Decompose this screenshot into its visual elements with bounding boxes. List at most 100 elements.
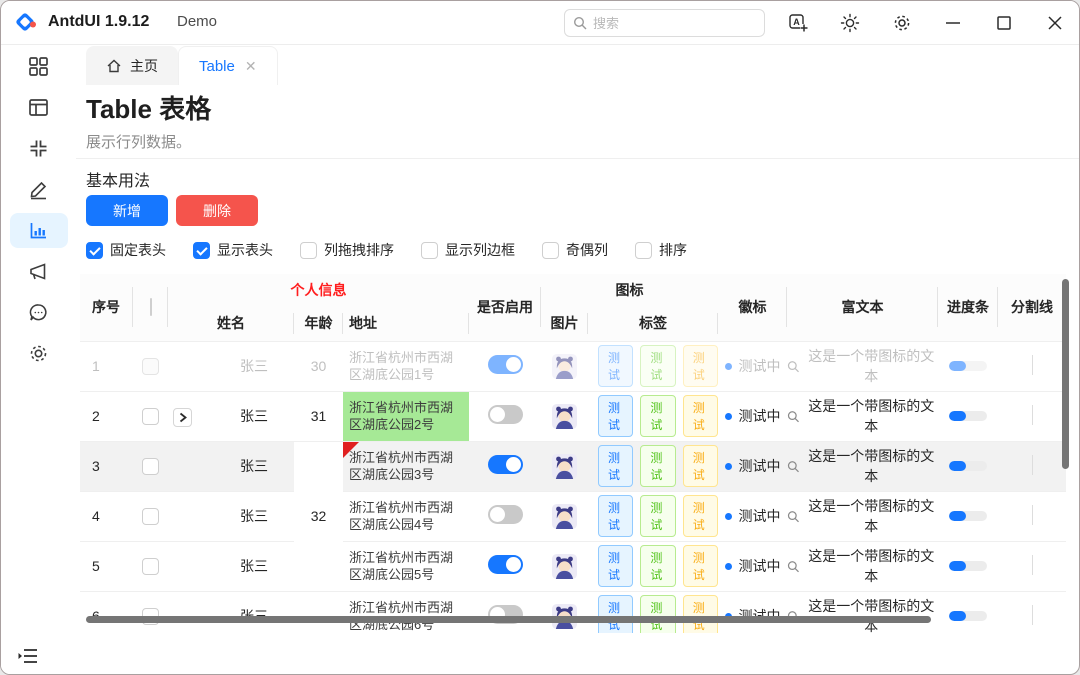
row-checkbox[interactable] xyxy=(142,458,159,475)
tab-home[interactable]: 主页 xyxy=(86,46,178,85)
col-address[interactable]: 地址 xyxy=(343,306,469,341)
col-tags[interactable]: 标签 xyxy=(588,306,718,341)
sidebar-item-settings[interactable] xyxy=(10,336,68,371)
badge-dot xyxy=(725,363,732,370)
richtext: 这是一个带图标的文本 xyxy=(787,596,938,633)
chat-icon xyxy=(28,302,49,323)
progress-fill xyxy=(949,361,966,371)
table-row[interactable]: 4张三浙江省杭州市西湖区湖底公园4号测试测试测试测试中这是一个带图标的文本 xyxy=(80,491,1066,541)
table-row[interactable]: 3张三32浙江省杭州市西湖区湖底公园3号测试测试测试测试中这是一个带图标的文本 xyxy=(80,441,1066,491)
tab-close-icon[interactable]: ✕ xyxy=(245,58,257,75)
col-divider[interactable]: 分割线 xyxy=(998,274,1066,341)
option-label: 排序 xyxy=(659,240,687,260)
sidebar-item-chat[interactable] xyxy=(10,295,68,330)
tag-blue: 测试 xyxy=(598,395,633,437)
col-group-person[interactable]: 个人信息 xyxy=(168,274,469,306)
richtext: 这是一个带图标的文本 xyxy=(787,446,938,486)
tag-green: 测试 xyxy=(640,395,675,437)
row-select-cell xyxy=(133,441,168,491)
divider-cell xyxy=(998,491,1066,541)
progress-fill xyxy=(949,561,966,571)
select-all-checkbox[interactable] xyxy=(150,298,152,316)
richtext-label: 这是一个带图标的文本 xyxy=(804,596,938,633)
table-row[interactable]: 5张三浙江省杭州市西湖区湖底公园5号测试测试测试测试中这是一个带图标的文本 xyxy=(80,541,1066,591)
progress-bar xyxy=(949,611,987,621)
enabled-switch[interactable] xyxy=(488,455,523,474)
option-checkbox[interactable] xyxy=(635,242,652,259)
sidebar-item-edit[interactable] xyxy=(10,172,68,207)
option-5[interactable]: 排序 xyxy=(635,240,687,260)
status-badge: 测试中 xyxy=(725,506,781,526)
richtext-label: 这是一个带图标的文本 xyxy=(804,446,938,486)
col-name[interactable]: 姓名 xyxy=(168,306,294,341)
collapse-sidebar-icon[interactable] xyxy=(17,646,39,666)
minimize-button[interactable] xyxy=(942,12,964,34)
sidebar-item-layout[interactable] xyxy=(10,90,68,125)
badge-dot xyxy=(725,563,732,570)
horizontal-scrollbar[interactable] xyxy=(86,616,931,623)
enabled-switch[interactable] xyxy=(488,405,523,424)
sidebar-item-compress[interactable] xyxy=(10,131,68,166)
col-index[interactable]: 序号 xyxy=(80,274,133,341)
maximize-button[interactable] xyxy=(993,12,1015,34)
row-checkbox[interactable] xyxy=(142,408,159,425)
option-3[interactable]: 显示列边框 xyxy=(421,240,515,260)
enabled-switch[interactable] xyxy=(488,505,523,524)
sidebar-item-megaphone[interactable] xyxy=(10,254,68,289)
badge-label: 测试中 xyxy=(739,356,781,376)
option-checkbox[interactable] xyxy=(86,242,103,259)
switch-knob xyxy=(490,507,505,522)
enabled-cell xyxy=(469,591,541,633)
sidebar-item-dashboard[interactable] xyxy=(10,49,68,84)
col-age[interactable]: 年龄 xyxy=(294,306,343,341)
vertical-scrollbar[interactable] xyxy=(1062,279,1069,469)
option-0[interactable]: 固定表头 xyxy=(86,240,166,260)
row-checkbox[interactable] xyxy=(142,508,159,525)
col-image[interactable]: 图片 xyxy=(541,306,588,341)
tab-table[interactable]: Table ✕ xyxy=(178,46,278,85)
col-enabled[interactable]: 是否启用 xyxy=(469,274,541,341)
col-richtext[interactable]: 富文本 xyxy=(787,274,938,341)
option-4[interactable]: 奇偶列 xyxy=(542,240,608,260)
settings-gear-icon[interactable] xyxy=(891,12,913,34)
enabled-switch[interactable] xyxy=(488,555,523,574)
col-progress[interactable]: 进度条 xyxy=(938,274,998,341)
home-icon xyxy=(106,58,122,74)
enabled-cell xyxy=(469,341,541,391)
divider-cell xyxy=(998,591,1066,633)
search-input[interactable] xyxy=(593,16,743,31)
option-checkbox[interactable] xyxy=(193,242,210,259)
row-checkbox[interactable] xyxy=(142,558,159,575)
delete-button[interactable]: 删除 xyxy=(176,195,258,226)
option-checkbox[interactable] xyxy=(300,242,317,259)
option-checkbox[interactable] xyxy=(421,242,438,259)
col-select-all[interactable] xyxy=(133,274,168,341)
enabled-switch[interactable] xyxy=(488,355,523,374)
option-checkbox[interactable] xyxy=(542,242,559,259)
close-button[interactable] xyxy=(1044,12,1066,34)
name-cell: 张三 xyxy=(168,391,294,441)
row-index-cell: 1 xyxy=(80,341,133,391)
translate-icon[interactable]: A xyxy=(787,12,809,34)
badge-cell: 测试中 xyxy=(718,591,787,633)
sidebar-item-bar-chart[interactable] xyxy=(10,213,68,248)
option-2[interactable]: 列拖拽排序 xyxy=(300,240,394,260)
compress-icon xyxy=(28,138,49,159)
tag-orange: 测试 xyxy=(683,395,718,437)
option-1[interactable]: 显示表头 xyxy=(193,240,273,260)
add-button[interactable]: 新增 xyxy=(86,195,168,226)
titlebar: AntdUI 1.9.12 Demo A xyxy=(1,1,1079,45)
col-group-icon[interactable]: 图标 xyxy=(541,274,718,306)
theme-light-icon[interactable] xyxy=(839,12,861,34)
table-row[interactable]: 1张三30浙江省杭州市西湖区湖底公园1号测试测试测试测试中这是一个带图标的文本 xyxy=(80,341,1066,391)
row-select-cell xyxy=(133,591,168,633)
expand-row-button[interactable] xyxy=(173,408,192,427)
row-checkbox[interactable] xyxy=(142,358,159,375)
richtext: 这是一个带图标的文本 xyxy=(787,496,938,536)
corner-mark xyxy=(343,442,359,458)
table-row[interactable]: 2张三31浙江省杭州市西湖区湖底公园2号测试测试测试测试中这是一个带图标的文本 xyxy=(80,391,1066,441)
image-cell xyxy=(541,441,588,491)
col-badge[interactable]: 徽标 xyxy=(718,274,787,341)
table-row[interactable]: 6张三浙江省杭州市西湖区湖底公园6号测试测试测试测试中这是一个带图标的文本 xyxy=(80,591,1066,633)
search-box[interactable] xyxy=(564,9,765,37)
